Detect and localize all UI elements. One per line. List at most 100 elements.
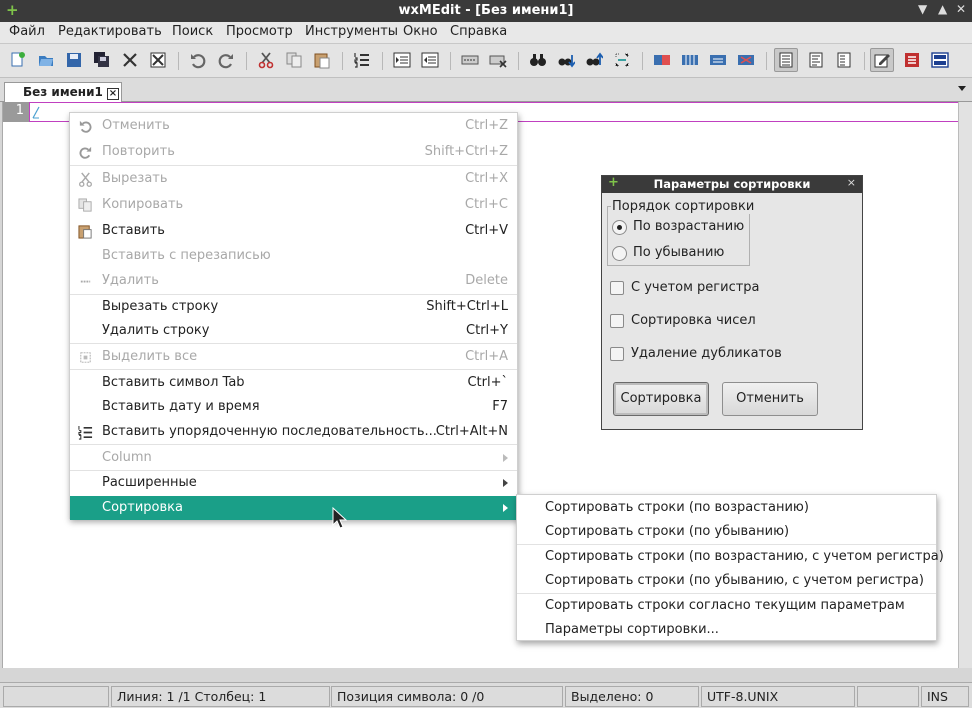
menu-item-paste-overwrite[interactable]: Вставить с перезаписью bbox=[70, 244, 517, 268]
submenu-sort-options[interactable]: Параметры сортировки... bbox=[517, 618, 936, 642]
uncomment-icon[interactable] bbox=[488, 50, 508, 70]
replace-icon[interactable] bbox=[612, 50, 632, 70]
submenu-sort-descending[interactable]: Сортировать строки (по убыванию) bbox=[517, 520, 936, 544]
close-icon[interactable]: ✕ bbox=[956, 2, 966, 16]
select-all-icon bbox=[77, 349, 93, 365]
status-encoding[interactable]: UTF-8.UNIX bbox=[701, 686, 855, 707]
case-sensitive-checkbox[interactable] bbox=[610, 281, 624, 295]
find-previous-icon[interactable] bbox=[584, 50, 604, 70]
maximize-icon[interactable]: ▲ bbox=[938, 2, 947, 16]
cut-icon bbox=[77, 171, 93, 187]
menu-item-column[interactable]: Column bbox=[70, 446, 517, 470]
numeric-sort-checkbox[interactable] bbox=[610, 314, 624, 328]
radio-descending-label[interactable]: По убыванию bbox=[633, 245, 724, 260]
radio-ascending-label[interactable]: По возрастанию bbox=[633, 219, 744, 234]
spell-icon[interactable] bbox=[902, 50, 922, 70]
status-line-column: Линия: 1 /1 Столбец: 1 bbox=[111, 686, 330, 707]
status-insert-mode[interactable]: INS bbox=[921, 686, 969, 707]
toolbar-separator bbox=[518, 52, 519, 70]
find-next-icon[interactable] bbox=[556, 50, 576, 70]
unindent-icon[interactable] bbox=[420, 50, 440, 70]
menu-item-delete-line[interactable]: Удалить строку Ctrl+Y bbox=[70, 319, 517, 343]
column-mode-icon[interactable] bbox=[680, 50, 700, 70]
sort-button[interactable]: Сортировка bbox=[613, 382, 709, 416]
cancel-button[interactable]: Отменить bbox=[722, 382, 818, 416]
remove-duplicates-checkbox[interactable] bbox=[610, 347, 624, 361]
dialog-close-icon[interactable]: × bbox=[847, 176, 856, 189]
menu-item-label: Вставить с перезаписью bbox=[102, 248, 271, 263]
radio-ascending[interactable] bbox=[612, 220, 627, 235]
menu-search[interactable]: Поиск bbox=[172, 24, 213, 39]
no-wrap-icon[interactable] bbox=[774, 48, 798, 72]
cut-icon[interactable] bbox=[256, 50, 276, 70]
minimize-icon[interactable]: ▼ bbox=[918, 2, 927, 16]
submenu-sort-current-options[interactable]: Сортировать строки согласно текущим пара… bbox=[517, 594, 936, 618]
wrap-by-column-icon[interactable] bbox=[834, 50, 854, 70]
menu-item-label: Вставить дату и время bbox=[102, 399, 260, 414]
save-icon[interactable] bbox=[64, 50, 84, 70]
menu-item-label: Сортировать строки (по убыванию) bbox=[545, 524, 790, 539]
menu-help[interactable]: Справка bbox=[450, 24, 507, 39]
new-file-icon[interactable] bbox=[8, 50, 28, 70]
menu-view[interactable]: Просмотр bbox=[226, 24, 293, 39]
close-all-icon[interactable] bbox=[148, 50, 168, 70]
paste-icon[interactable] bbox=[312, 50, 332, 70]
submenu-sort-descending-case[interactable]: Сортировать строки (по убыванию, с учето… bbox=[517, 569, 936, 593]
comment-icon[interactable] bbox=[460, 50, 480, 70]
case-sensitive-label[interactable]: С учетом регистра bbox=[631, 280, 760, 295]
menu-item-select-all[interactable]: Выделить все Ctrl+A bbox=[70, 345, 517, 369]
menu-item-insert-datetime[interactable]: Вставить дату и время F7 bbox=[70, 395, 517, 419]
submenu-sort-ascending[interactable]: Сортировать строки (по возрастанию) bbox=[517, 496, 936, 520]
radio-descending[interactable] bbox=[612, 246, 627, 261]
save-all-icon[interactable] bbox=[92, 50, 112, 70]
status-blank bbox=[857, 686, 919, 707]
menu-item-cut[interactable]: Вырезать Ctrl+X bbox=[70, 167, 517, 191]
menu-file[interactable]: Файл bbox=[9, 24, 45, 39]
copy-icon[interactable] bbox=[284, 50, 304, 70]
find-icon[interactable] bbox=[528, 50, 548, 70]
menu-separator bbox=[70, 369, 517, 370]
status-message bbox=[3, 686, 109, 707]
menu-item-undo[interactable]: Отменить Ctrl+Z bbox=[70, 114, 517, 138]
menu-window[interactable]: Окно bbox=[403, 24, 438, 39]
tab-close-icon[interactable]: × bbox=[107, 88, 119, 100]
vertical-scrollbar[interactable] bbox=[958, 102, 972, 668]
toolbar-separator bbox=[766, 52, 767, 70]
submenu-arrow-icon bbox=[503, 454, 508, 462]
tab-list-arrow-icon[interactable] bbox=[958, 86, 966, 91]
menu-item-copy[interactable]: Копировать Ctrl+C bbox=[70, 193, 517, 217]
hex-mode-icon[interactable] bbox=[708, 50, 728, 70]
open-file-icon[interactable] bbox=[36, 50, 56, 70]
dialog-menu-icon[interactable]: + bbox=[608, 175, 619, 190]
numbered-sequence-icon[interactable] bbox=[352, 50, 372, 70]
undo-icon bbox=[77, 118, 93, 134]
menu-item-shortcut: Ctrl+X bbox=[465, 171, 508, 186]
text-mode-icon[interactable] bbox=[652, 50, 672, 70]
menu-item-shortcut: Ctrl+Z bbox=[465, 118, 508, 133]
remove-duplicates-label[interactable]: Удаление дубликатов bbox=[631, 346, 782, 361]
menu-item-delete[interactable]: Удалить Delete bbox=[70, 269, 517, 293]
menu-item-insert-sequence[interactable]: Вставить упорядоченную последовательност… bbox=[70, 420, 517, 444]
menu-item-sort[interactable]: Сортировка bbox=[70, 496, 517, 520]
menu-edit[interactable]: Редактировать bbox=[58, 24, 162, 39]
numeric-sort-label[interactable]: Сортировка чисел bbox=[631, 313, 756, 328]
menu-item-advanced[interactable]: Расширенные bbox=[70, 471, 517, 495]
tab-strip: Без имени1 × bbox=[0, 78, 972, 103]
edit-mode-icon[interactable] bbox=[870, 48, 894, 72]
menu-item-paste[interactable]: Вставить Ctrl+V bbox=[70, 219, 517, 243]
close-file-icon[interactable] bbox=[120, 50, 140, 70]
menu-item-label: Вырезать строку bbox=[102, 299, 219, 314]
undo-icon[interactable] bbox=[188, 50, 208, 70]
hex-view-icon[interactable] bbox=[930, 50, 950, 70]
menu-item-insert-tab[interactable]: Вставить символ Tab Ctrl+` bbox=[70, 371, 517, 395]
redo-icon[interactable] bbox=[216, 50, 236, 70]
tab-document[interactable]: Без имени1 × bbox=[4, 82, 122, 103]
wrap-mode-icon[interactable] bbox=[736, 50, 756, 70]
menu-tools[interactable]: Инструменты bbox=[305, 24, 398, 39]
menu-item-redo[interactable]: Повторить Shift+Ctrl+Z bbox=[70, 140, 517, 164]
submenu-sort-ascending-case[interactable]: Сортировать строки (по возрастанию, с уч… bbox=[517, 545, 944, 569]
toolbar-separator bbox=[342, 52, 343, 70]
menu-item-cut-line[interactable]: Вырезать строку Shift+Ctrl+L bbox=[70, 295, 517, 319]
indent-icon[interactable] bbox=[392, 50, 412, 70]
wrap-by-window-icon[interactable] bbox=[806, 50, 826, 70]
